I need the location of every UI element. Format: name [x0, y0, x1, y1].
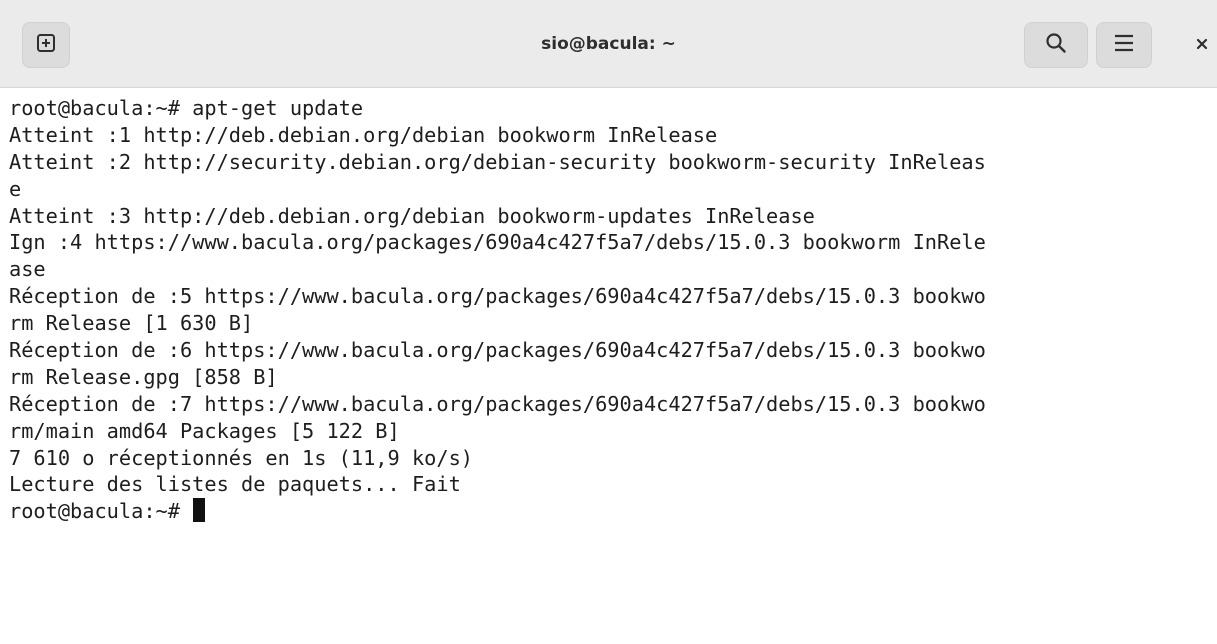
terminal-line: root@bacula:~# apt-get update	[9, 96, 364, 120]
new-tab-button[interactable]	[22, 22, 70, 68]
terminal-line: Réception de :6 https://www.bacula.org/p…	[9, 338, 986, 363]
close-icon	[1195, 37, 1209, 56]
title-bar: sio@bacula: ~	[0, 0, 1217, 88]
terminal-line: rm Release [1 630 B]	[9, 311, 254, 336]
terminal-line: e	[9, 176, 22, 201]
terminal-line: rm/main amd64 Packages [5 122 B]	[9, 418, 400, 443]
menu-button[interactable]	[1096, 22, 1152, 68]
prompt-line[interactable]: root@bacula:~#	[9, 498, 1217, 525]
terminal-line: 7 610 o réceptionnés en 1s (11,9 ko/s)	[9, 445, 473, 470]
text-cursor	[193, 498, 206, 523]
search-icon	[1045, 32, 1067, 59]
terminal-line: ase	[9, 257, 46, 282]
terminal-line: Ign :4 https://www.bacula.org/packages/6…	[9, 230, 986, 255]
terminal-line: Atteint :1 http://deb.debian.org/debian …	[9, 122, 718, 147]
terminal-output[interactable]: root@bacula:~# apt-get update Atteint :1…	[9, 95, 1217, 644]
terminal-line: Lecture des listes de paquets... Fait	[9, 472, 461, 497]
shell-prompt: root@bacula:~#	[9, 499, 193, 524]
terminal-line: rm Release.gpg [858 B]	[9, 364, 278, 389]
new-tab-plus-icon	[36, 33, 56, 58]
terminal-line: Réception de :7 https://www.bacula.org/p…	[9, 391, 986, 416]
close-button[interactable]	[1186, 26, 1217, 66]
search-button[interactable]	[1024, 22, 1088, 68]
terminal-line: Réception de :5 https://www.bacula.org/p…	[9, 284, 986, 309]
hamburger-menu-icon	[1113, 34, 1135, 57]
terminal-line: Atteint :2 http://security.debian.org/de…	[9, 149, 986, 174]
terminal-line: Atteint :3 http://deb.debian.org/debian …	[9, 203, 815, 228]
terminal-window: sio@bacula: ~ root@bacula:~# apt-get upd…	[0, 0, 1217, 644]
